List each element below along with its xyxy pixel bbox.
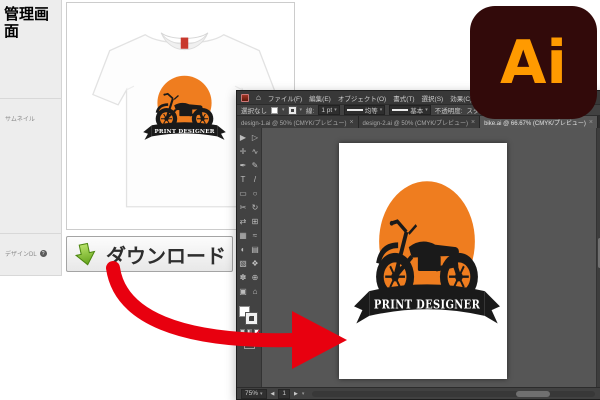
artboard-artwork — [351, 165, 503, 335]
tool-hand-icon[interactable]: ✽ — [238, 270, 249, 284]
document-tab[interactable]: design-1.ai @ 50% (CMYK/プレビュー)× — [237, 116, 359, 128]
help-badge[interactable]: ? — [40, 250, 47, 257]
sidebar-divider — [0, 233, 62, 234]
tool-lasso-icon[interactable]: ∿ — [250, 144, 261, 158]
menu-item-0[interactable]: ファイル(F) — [268, 93, 302, 103]
menu-item-3[interactable]: 書式(T) — [393, 93, 414, 103]
next-artboard-icon[interactable]: ▶ — [294, 391, 298, 397]
tool-eyedropper-icon[interactable]: ▤ — [250, 242, 261, 256]
menu-item-2[interactable]: オブジェクト(O) — [338, 93, 386, 103]
none-mode-icon[interactable] — [254, 329, 259, 334]
tool-free-transform-icon[interactable]: ⊞ — [250, 214, 261, 228]
tab-close-icon[interactable]: × — [589, 119, 593, 126]
fill-stroke-indicator[interactable] — [239, 306, 259, 325]
tool-artboard-icon[interactable]: ▣ — [238, 284, 249, 298]
horizontal-scrollbar-thumb[interactable] — [516, 391, 550, 397]
download-button[interactable]: ダウンロード — [66, 236, 233, 272]
tool-direct-selection-icon[interactable]: ▷ — [250, 130, 261, 144]
fill-swatch[interactable] — [271, 107, 278, 114]
illustrator-window: ⌂ ファイル(F)編集(E)オブジェクト(O)書式(T)選択(S)効果(C)表示… — [236, 90, 600, 400]
vertical-scrollbar[interactable] — [596, 128, 600, 387]
tool-magic-wand-icon[interactable]: ✛ — [238, 144, 249, 158]
illustrator-app-icon-text: Ai — [500, 33, 567, 93]
stroke-weight-field[interactable]: 1 pt▾ — [318, 105, 339, 115]
stroke-indicator[interactable] — [246, 313, 257, 324]
admin-sidebar: 管理画面 サムネイル デザインDL ? — [0, 0, 62, 276]
sidebar-divider — [0, 98, 62, 99]
tool-reflect-icon[interactable]: ⇄ — [238, 214, 249, 228]
brush-stroke-icon — [392, 109, 408, 111]
home-icon[interactable]: ⌂ — [256, 93, 261, 102]
download-arrow-icon — [73, 242, 98, 267]
artboard-number[interactable]: 1 — [278, 389, 290, 399]
document-tab-label: design-2.ai @ 50% (CMYK/プレビュー) — [363, 118, 468, 127]
horizontal-scrollbar[interactable] — [312, 391, 595, 397]
tool-mesh-icon[interactable]: ≈ — [250, 228, 261, 242]
zoom-level-dropdown[interactable]: 75%▾ — [241, 389, 267, 399]
tool-line-segment-icon[interactable]: / — [250, 172, 261, 186]
collar-tag — [181, 38, 188, 49]
illustrator-canvas[interactable] — [262, 128, 596, 387]
page-title: 管理画面 — [0, 0, 61, 40]
stroke-label: 線: — [306, 105, 314, 115]
design-dl-row-label: デザインDL ? — [5, 249, 47, 258]
menu-item-5[interactable]: 効果(C) — [450, 93, 472, 103]
gradient-mode-icon[interactable] — [247, 329, 252, 334]
document-tab-label: design-1.ai @ 50% (CMYK/プレビュー) — [241, 118, 346, 127]
tab-close-icon[interactable]: × — [349, 119, 353, 126]
tab-close-icon[interactable]: × — [471, 119, 475, 126]
illustrator-mini-app-icon — [241, 94, 249, 102]
document-tab[interactable]: design-2.ai @ 50% (CMYK/プレビュー)× — [359, 116, 481, 128]
tool-type-icon[interactable]: T — [238, 172, 249, 186]
selection-status: 選択なし — [241, 105, 267, 115]
tool-blend-icon[interactable]: ▧ — [238, 256, 249, 270]
opacity-label: 不透明度: — [435, 105, 463, 115]
page: PRINT DESIGNER 管理画面 サムネイル デザインDL ? — [0, 0, 600, 400]
tool-slice-icon[interactable]: ⌂ — [250, 284, 261, 298]
stroke-profile-icon — [347, 109, 363, 111]
prev-artboard-icon[interactable]: ◀ — [271, 391, 275, 397]
download-button-label: ダウンロード — [106, 240, 226, 269]
tool-pencil-icon[interactable]: ✎ — [250, 158, 261, 172]
thumbnail-row-label: サムネイル — [5, 114, 35, 123]
status-bar: 75%▾ ◀ 1 ▶ ▾ — [237, 387, 600, 399]
width-profile-dropdown[interactable]: 均等▾ — [344, 105, 386, 115]
tools-panel: ▶▷✛∿✒✎T/▭○✂↻⇄⊞▦≈◐▤▧❖✽⊕▣⌂ — [237, 128, 262, 387]
menu-item-1[interactable]: 編集(E) — [309, 93, 331, 103]
tool-gradient-icon[interactable]: ◐ — [238, 242, 249, 256]
tool-scissors-icon[interactable]: ✂ — [238, 200, 249, 214]
menu-item-4[interactable]: 選択(S) — [422, 93, 444, 103]
tool-rectangle-icon[interactable]: ▭ — [238, 186, 249, 200]
color-mode-icon[interactable] — [240, 329, 245, 334]
screen-mode-button[interactable] — [244, 340, 255, 349]
tool-selection-icon[interactable]: ▶ — [238, 130, 249, 144]
tool-shape-builder-icon[interactable]: ▦ — [238, 228, 249, 242]
tool-ellipse-icon[interactable]: ○ — [250, 186, 261, 200]
tool-zoom-icon[interactable]: ⊕ — [250, 270, 261, 284]
tool-rotate-icon[interactable]: ↻ — [250, 200, 261, 214]
illustrator-main-area: ▶▷✛∿✒✎T/▭○✂↻⇄⊞▦≈◐▤▧❖✽⊕▣⌂ — [237, 128, 600, 387]
illustrator-app-icon: Ai — [470, 6, 597, 119]
sidebar-divider — [0, 275, 62, 276]
artboard[interactable] — [339, 143, 507, 379]
tool-pen-icon[interactable]: ✒ — [238, 158, 249, 172]
stroke-swatch[interactable] — [289, 107, 296, 114]
tool-symbol-sprayer-icon[interactable]: ❖ — [250, 256, 261, 270]
brush-dropdown[interactable]: 基本▾ — [389, 105, 431, 115]
